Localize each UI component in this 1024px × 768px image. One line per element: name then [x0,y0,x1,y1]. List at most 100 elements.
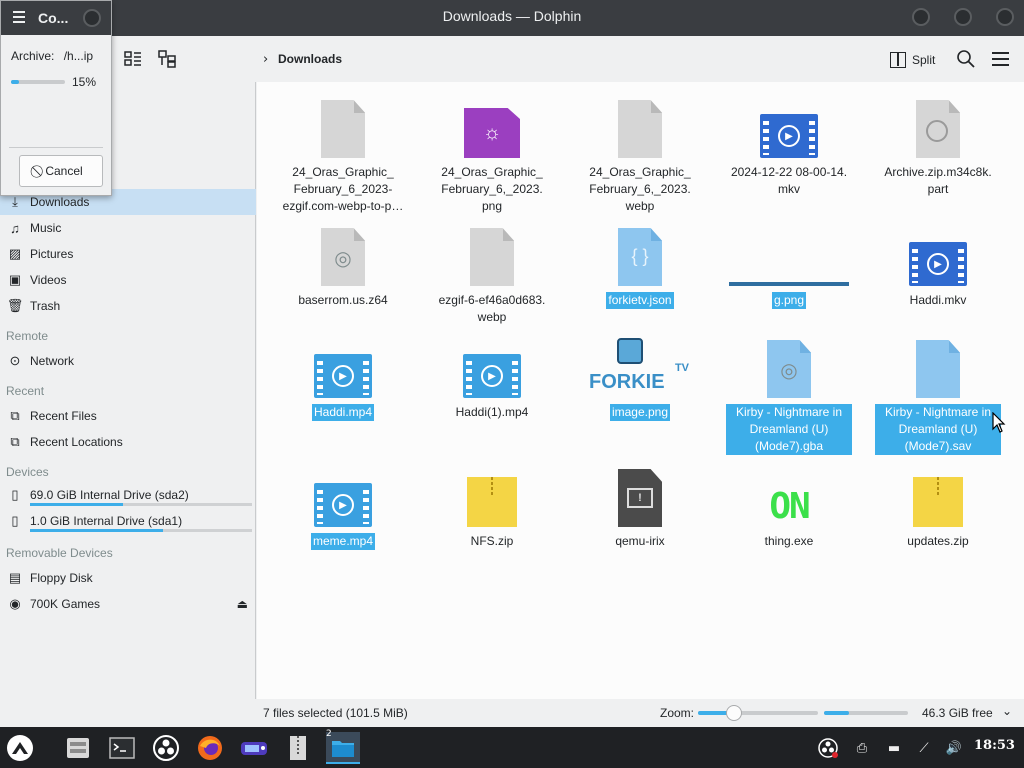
file-item[interactable]: updates.zip [875,463,1001,550]
file-item[interactable]: Archive.zip.m34c8k. part [875,94,1001,198]
file-item[interactable]: FORKIE TV image.png [577,334,703,421]
launcher-icon[interactable] [4,732,36,764]
progress-dialog-title: Co... [38,10,69,26]
braces-icon: { } [631,246,649,266]
drive-capacity-bar [30,529,252,532]
minimize-button[interactable] [912,8,930,26]
file-name: 24_Oras_Graphic_ February_6,_2023. png [441,165,543,213]
sidebar-item-label: Music [30,221,62,235]
split-button[interactable]: Split [890,49,935,71]
file-name: updates.zip [907,534,969,548]
breadcrumb[interactable]: Downloads [278,52,342,66]
breadcrumb-chevron-icon[interactable]: › [263,52,268,67]
file-item[interactable]: ON thing.exe [726,463,852,550]
cancel-button[interactable]: ⃠ Cancel [19,155,103,187]
tree-view-icon[interactable] [158,50,176,68]
sidebar-item-label: Network [30,354,75,368]
sidebar-item-pictures[interactable]: ▨ Pictures [0,241,256,267]
maximize-button[interactable] [954,8,972,26]
network-icon: ⊙ [9,353,21,368]
sidebar-item-videos[interactable]: ▣ Videos [0,267,256,293]
file-name: Kirby - Nightmare in Dreamland (U) (Mode… [875,404,1001,455]
progress-dialog-titlebar[interactable]: Co... [1,1,111,35]
file-name: NFS.zip [470,534,514,548]
firefox-icon[interactable] [194,732,226,764]
file-item[interactable]: ◎ baserrom.us.z64 [280,222,406,309]
close-button[interactable] [83,9,101,27]
file-item[interactable]: ☼ 24_Oras_Graphic_ February_6,_2023. png [429,94,555,215]
rom-disc-icon: ◎ [334,248,352,270]
generic-file-icon [321,100,365,158]
details-view-icon[interactable] [124,50,142,68]
archiver-icon[interactable] [282,732,314,764]
recent-files-icon: ⧉ [10,408,20,423]
close-button[interactable] [996,8,1014,26]
free-space-label[interactable]: 46.3 GiB free [922,706,993,720]
game-icon[interactable] [238,732,270,764]
window-menu-icon[interactable] [13,11,25,26]
sidebar-item-label: Videos [30,273,67,287]
sidebar-item-music[interactable]: ♫ Music [0,215,256,241]
hamburger-menu-icon[interactable] [992,52,1009,66]
video-file-icon: ▶ [314,483,372,527]
sidebar-item-700k-games[interactable]: ◉ 700K Games ⏏ [0,591,256,617]
file-name: 2024-12-22 08-00-14. mkv [730,165,848,196]
free-space-fill [824,711,850,715]
file-item[interactable]: 24_Oras_Graphic_ February_6,_2023. webp [577,94,703,215]
archive-path: /h...ip [63,49,94,63]
search-icon[interactable] [956,49,976,69]
file-item[interactable]: ▶ Haddi.mkv [875,222,1001,309]
file-item[interactable]: ezgif-6-ef46a0d683. webp [429,222,555,326]
printer-icon[interactable]: ⎙ [852,738,872,758]
sidebar-header-recent: Recent [6,384,45,398]
window-titlebar[interactable]: Downloads — Dolphin [0,0,1024,36]
forkie-word: FORKIE [589,371,665,393]
network-tray-icon[interactable]: ⟋ [914,738,934,758]
executable-file-icon: ! [618,469,662,527]
file-item[interactable]: ▶ Haddi.mp4 [280,334,406,421]
file-item[interactable]: g.png [726,222,852,309]
file-name: Archive.zip.m34c8k. part [884,165,992,196]
sidebar-item-trash[interactable]: 🗑 Trash [0,293,256,319]
file-item[interactable]: ! qemu-irix [577,463,703,550]
sidebar-item-recent-locations[interactable]: ⧉ Recent Locations [0,429,256,455]
volume-icon[interactable]: 🔊 [944,738,964,758]
sidebar-item-network[interactable]: ⊙ Network [0,348,256,374]
file-item[interactable]: Kirby - Nightmare in Dreamland (U) (Mode… [875,334,1001,455]
file-manager-icon[interactable] [62,732,94,764]
progress-dialog: Co... Archive: /h...ip 15% ⃠ Cancel [0,0,112,196]
floppy-icon: ▤ [8,570,22,585]
obs-icon[interactable] [150,732,182,764]
trash-icon: 🗑 [6,298,24,313]
obs-tray-icon[interactable] [816,738,840,758]
file-item[interactable]: ▶ Haddi(1).mp4 [429,334,555,421]
file-name: baserrom.us.z64 [298,293,388,307]
sidebar-item-label: 1.0 GiB Internal Drive (sda1) [30,514,183,528]
sidebar-item-label: 700K Games [30,597,101,611]
drive-icon: ▯ [11,513,19,528]
file-view[interactable]: 24_Oras_Graphic_ February_6_2023- ezgif.… [257,82,1024,699]
file-name: 24_Oras_Graphic_ February_6,_2023. webp [589,165,691,213]
file-item[interactable]: ▶ 2024-12-22 08-00-14. mkv [726,94,852,198]
dolphin-icon[interactable]: 2 [326,729,360,764]
drive-icon: ▯ [11,487,19,502]
chevron-down-icon[interactable]: ⌄ [1002,704,1012,718]
zoom-slider[interactable] [698,711,818,715]
zoom-slider-handle[interactable] [726,705,742,721]
sidebar-item-floppy-disk[interactable]: ▤ Floppy Disk [0,565,256,591]
file-item[interactable]: { } forkietv.json [577,222,703,309]
file-item[interactable]: NFS.zip [429,463,555,550]
rom-disc-icon: ◎ [780,360,798,382]
file-item[interactable]: ◎ Kirby - Nightmare in Dreamland (U) (Mo… [726,334,852,455]
progress-percent: 15% [72,75,97,89]
drive-capacity-fill [30,529,164,532]
terminal-icon[interactable] [106,732,138,764]
progress-bar [11,80,65,84]
sidebar-item-label: Floppy Disk [30,571,93,585]
sidebar-item-recent-files[interactable]: ⧉ Recent Files [0,403,256,429]
clock[interactable]: 18:53 [974,738,1015,753]
eject-icon[interactable]: ⏏ [237,597,248,611]
file-item[interactable]: ▶ meme.mp4 [280,463,406,550]
file-item[interactable]: 24_Oras_Graphic_ February_6_2023- ezgif.… [280,94,406,215]
keyboard-icon[interactable]: ▬ [884,738,904,758]
